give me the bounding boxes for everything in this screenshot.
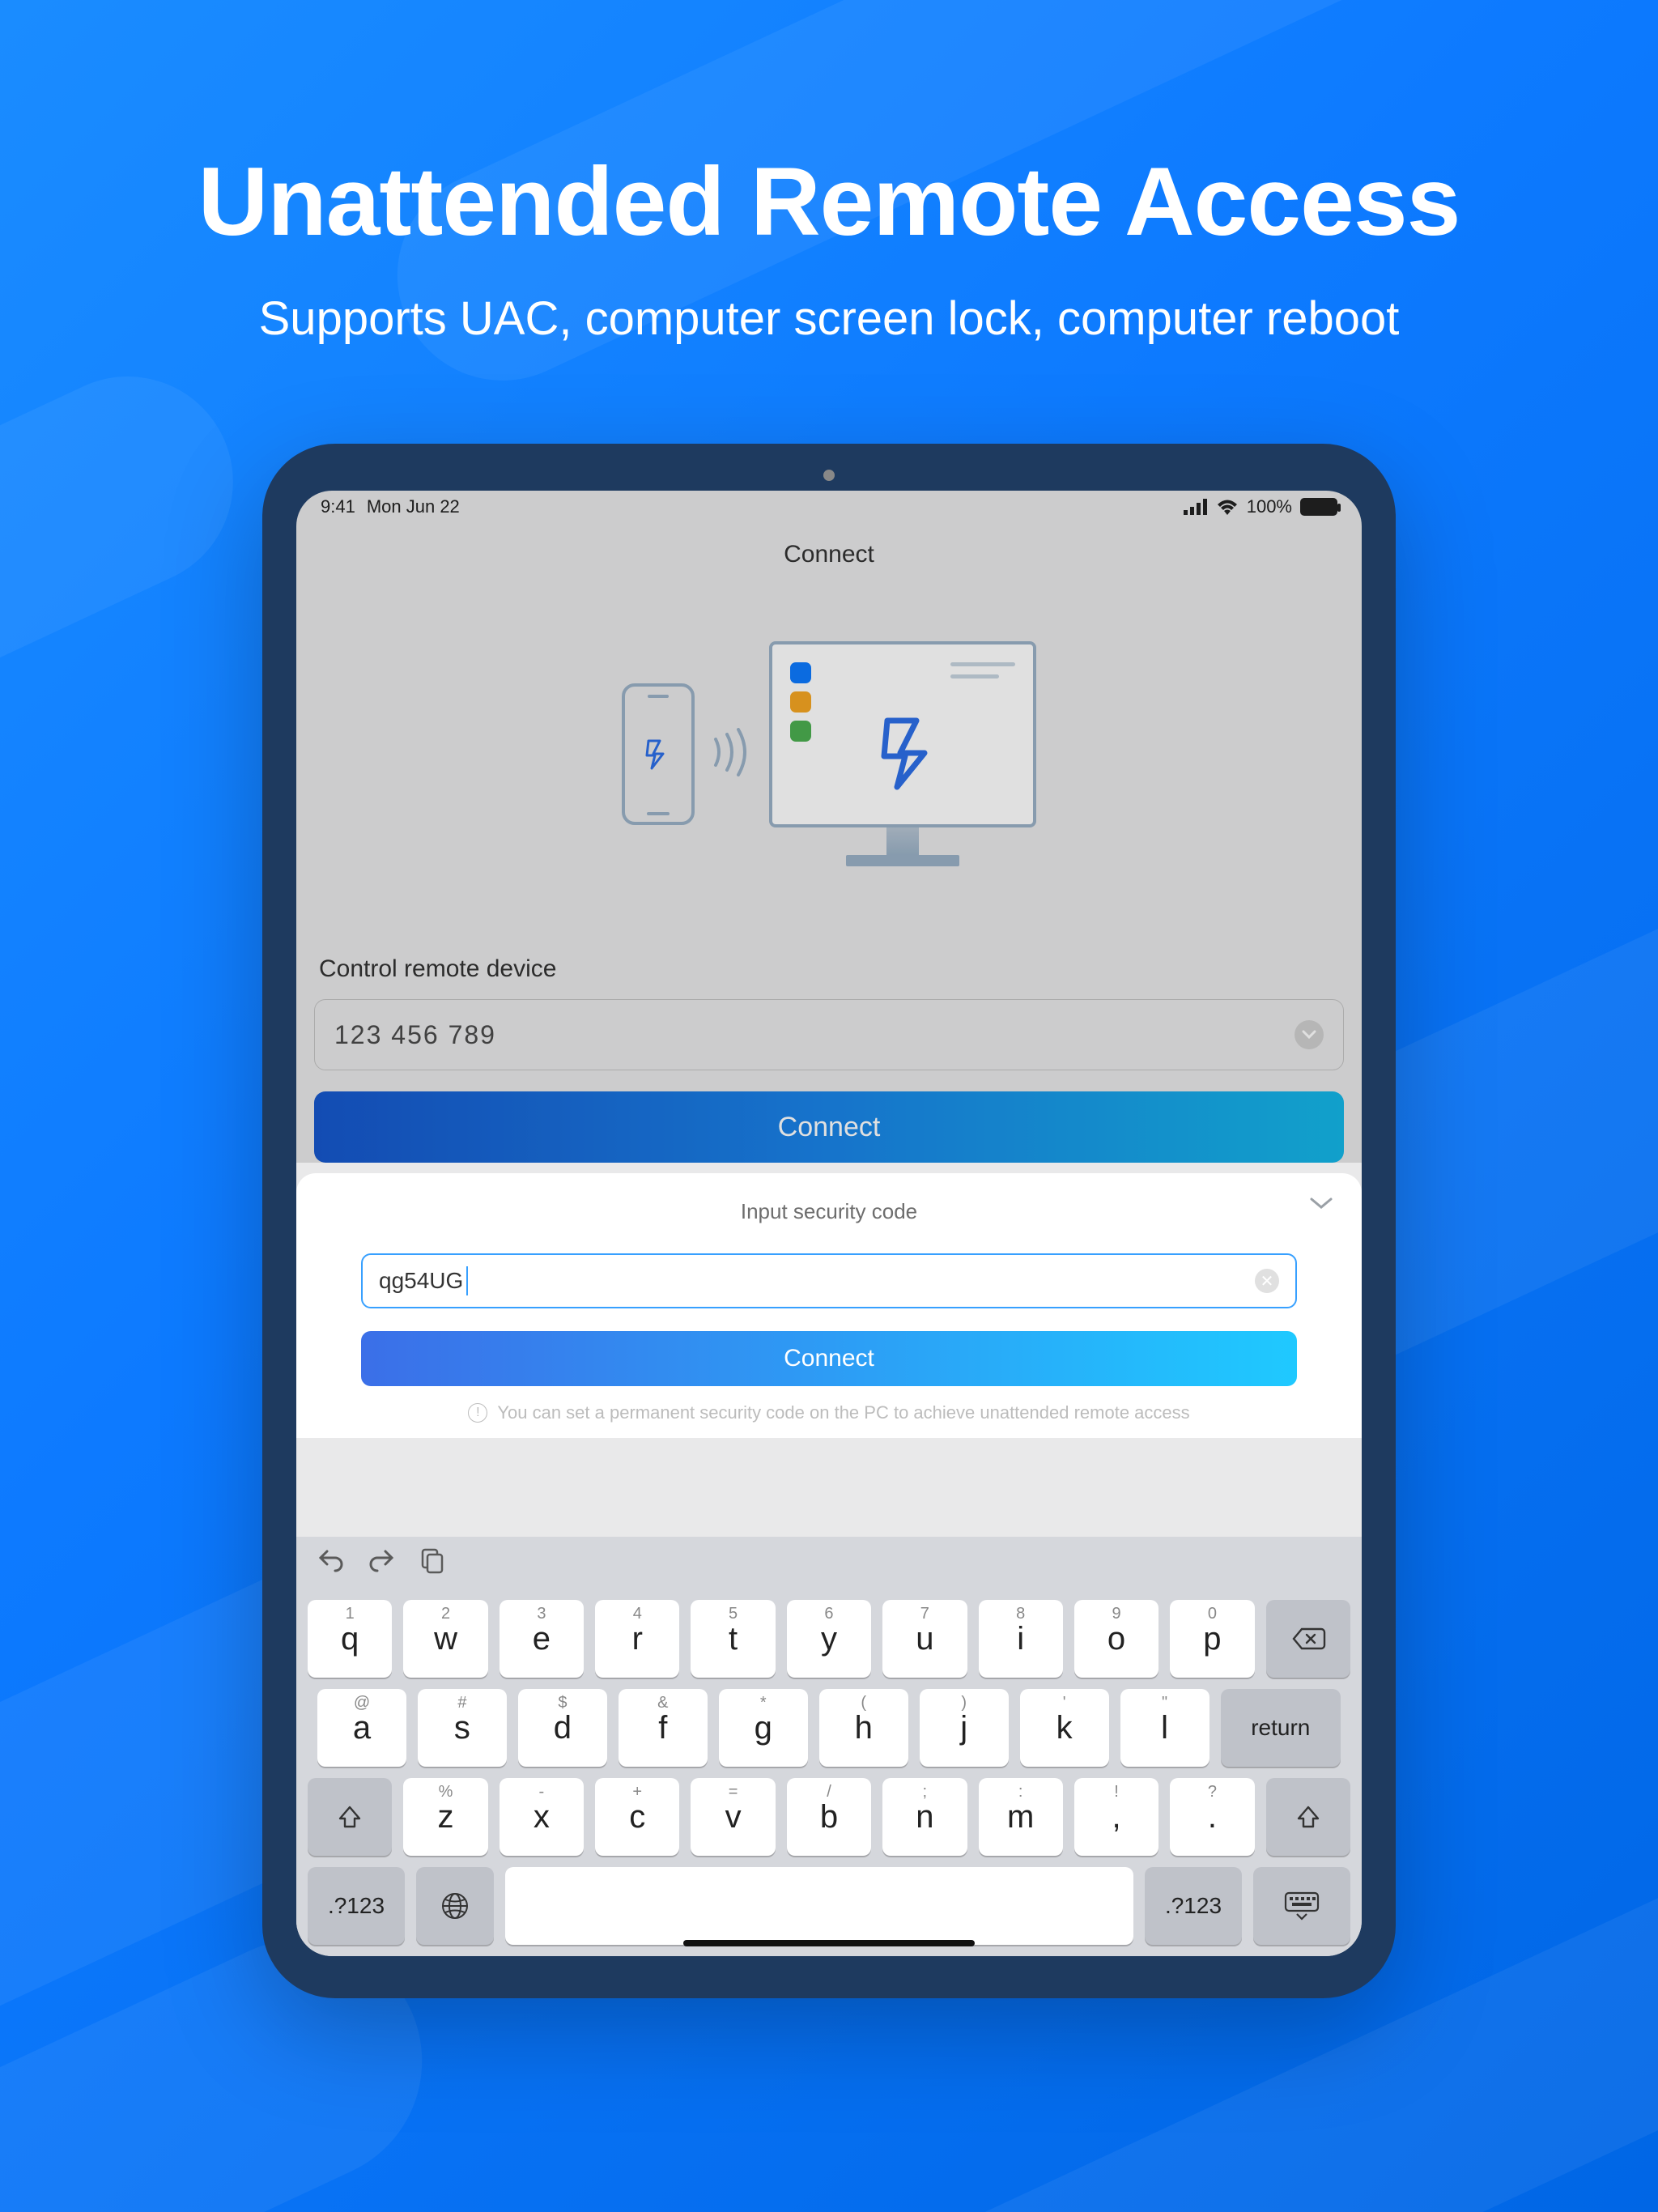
undo-icon[interactable]: [316, 1550, 345, 1576]
home-indicator[interactable]: [683, 1940, 975, 1946]
key-h[interactable]: (h: [819, 1689, 908, 1767]
key-g[interactable]: *g: [719, 1689, 808, 1767]
sheet-title: Input security code: [361, 1199, 1297, 1224]
key-x[interactable]: -x: [500, 1778, 584, 1856]
key-numeric[interactable]: .?123: [308, 1867, 405, 1945]
key-b[interactable]: /b: [787, 1778, 871, 1856]
key-shift[interactable]: [1266, 1778, 1350, 1856]
hero-title: Unattended Remote Access: [0, 146, 1658, 257]
key-numeric-right[interactable]: .?123: [1145, 1867, 1242, 1945]
device-screen: 9:41 Mon Jun 22 100% Connect: [296, 491, 1362, 1956]
key-.[interactable]: ?.: [1170, 1778, 1254, 1856]
onscreen-keyboard: 1q2w3e4r5t6y7u8i9o0p @a#s$d&f*g(h)j'k"lr…: [296, 1537, 1362, 1956]
key-l[interactable]: "l: [1120, 1689, 1209, 1767]
key-k[interactable]: 'k: [1020, 1689, 1109, 1767]
key-u[interactable]: 7u: [882, 1600, 967, 1678]
security-code-sheet: Input security code qg54UG ✕ Connect ! Y…: [296, 1173, 1362, 1438]
key-v[interactable]: =v: [691, 1778, 775, 1856]
key-j[interactable]: )j: [920, 1689, 1009, 1767]
sheet-collapse-icon[interactable]: [1308, 1196, 1334, 1216]
key-s[interactable]: #s: [418, 1689, 507, 1767]
camera-dot: [823, 470, 835, 481]
sheet-connect-button[interactable]: Connect: [361, 1331, 1297, 1386]
info-icon: !: [468, 1403, 487, 1423]
key-shift[interactable]: [308, 1778, 392, 1856]
key-,[interactable]: !,: [1074, 1778, 1158, 1856]
security-code-value: qg54UG: [379, 1268, 463, 1294]
key-i[interactable]: 8i: [979, 1600, 1063, 1678]
key-n[interactable]: ;n: [882, 1778, 967, 1856]
key-a[interactable]: @a: [317, 1689, 406, 1767]
security-hint: ! You can set a permanent security code …: [361, 1402, 1297, 1423]
redo-icon[interactable]: [368, 1550, 397, 1576]
key-t[interactable]: 5t: [691, 1600, 775, 1678]
hero-subtitle: Supports UAC, computer screen lock, comp…: [0, 291, 1658, 346]
key-y[interactable]: 6y: [787, 1600, 871, 1678]
tablet-frame: 9:41 Mon Jun 22 100% Connect: [262, 444, 1396, 1998]
key-space[interactable]: [505, 1867, 1133, 1945]
key-e[interactable]: 3e: [500, 1600, 584, 1678]
key-globe[interactable]: [416, 1867, 494, 1945]
clipboard-icon[interactable]: [419, 1548, 445, 1578]
key-q[interactable]: 1q: [308, 1600, 392, 1678]
key-d[interactable]: $d: [518, 1689, 607, 1767]
key-r[interactable]: 4r: [595, 1600, 679, 1678]
modal-dim-overlay: [296, 491, 1362, 1163]
key-return[interactable]: return: [1221, 1689, 1341, 1767]
key-o[interactable]: 9o: [1074, 1600, 1158, 1678]
text-cursor: [466, 1266, 468, 1295]
key-c[interactable]: +c: [595, 1778, 679, 1856]
key-z[interactable]: %z: [403, 1778, 487, 1856]
key-w[interactable]: 2w: [403, 1600, 487, 1678]
clear-input-icon[interactable]: ✕: [1255, 1269, 1279, 1293]
key-delete[interactable]: [1266, 1600, 1350, 1678]
security-code-input[interactable]: qg54UG ✕: [361, 1253, 1297, 1308]
key-hide-keyboard[interactable]: [1253, 1867, 1350, 1945]
key-f[interactable]: &f: [619, 1689, 708, 1767]
key-m[interactable]: :m: [979, 1778, 1063, 1856]
key-p[interactable]: 0p: [1170, 1600, 1254, 1678]
